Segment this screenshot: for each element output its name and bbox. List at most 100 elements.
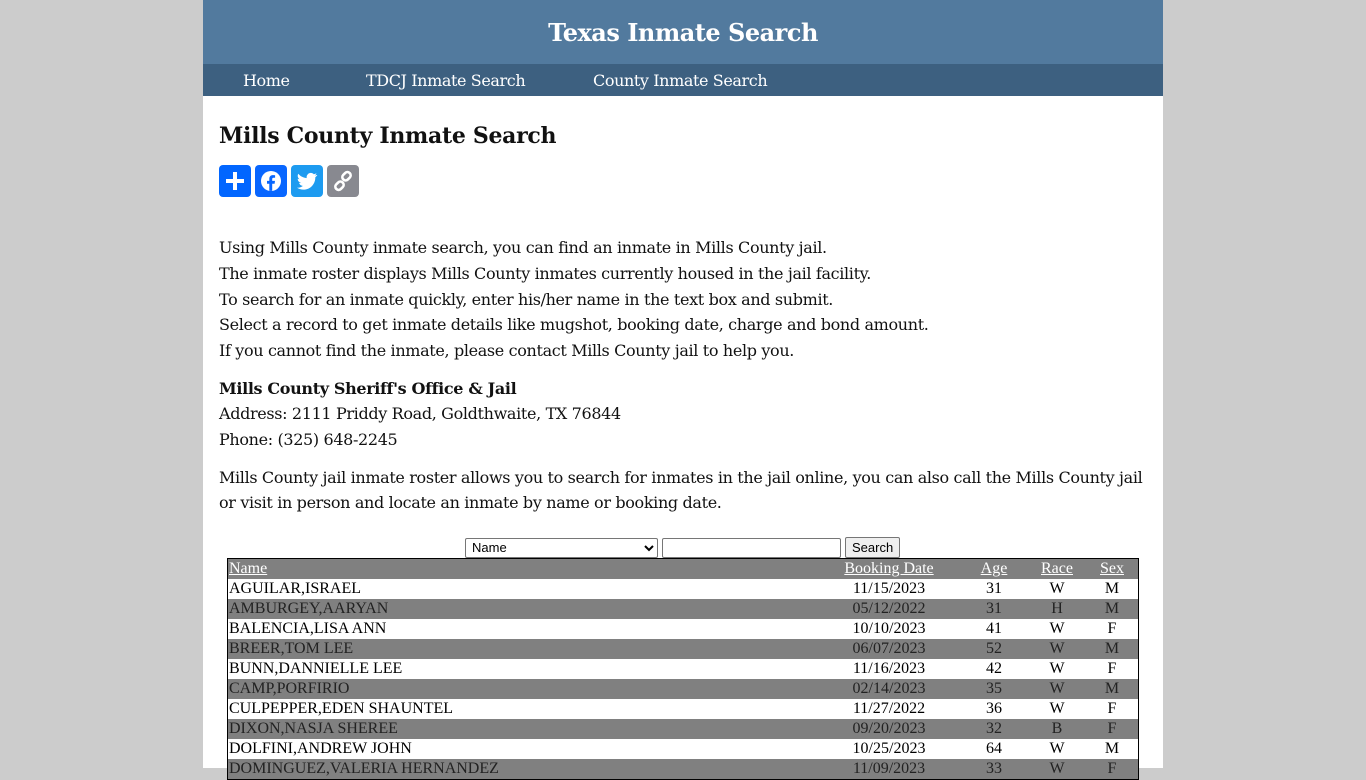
- sort-by-race[interactable]: Race: [1041, 560, 1073, 577]
- inmate-name[interactable]: AGUILAR,ISRAEL: [228, 579, 819, 599]
- inmate-sex[interactable]: F: [1086, 759, 1139, 780]
- main-content: Mills County Inmate Search Using Mills C…: [203, 123, 1163, 515]
- intro-line: To search for an inmate quickly, enter h…: [219, 289, 834, 309]
- booking-date[interactable]: 11/27/2022: [818, 699, 960, 719]
- nav-home[interactable]: Home: [243, 71, 290, 90]
- office-name: Mills County Sheriff's Office & Jail: [219, 378, 517, 398]
- table-row[interactable]: DIXON,NASJA SHEREE 09/20/2023 32 B F: [227, 719, 1139, 739]
- page-title: Mills County Inmate Search: [219, 123, 557, 149]
- inmate-race[interactable]: W: [1028, 659, 1086, 679]
- inmate-age[interactable]: 52: [960, 639, 1028, 659]
- facebook-share-button[interactable]: [255, 165, 287, 197]
- site-header: Texas Inmate Search: [203, 0, 1163, 64]
- inmate-sex[interactable]: M: [1086, 679, 1139, 699]
- inmate-name[interactable]: DOMINGUEZ,VALERIA HERNANDEZ: [227, 759, 818, 780]
- inmate-race[interactable]: W: [1028, 639, 1086, 659]
- inmate-age[interactable]: 41: [960, 619, 1028, 639]
- inmate-age[interactable]: 42: [960, 659, 1028, 679]
- roster-description: Mills County jail inmate roster allows y…: [219, 468, 1143, 513]
- inmate-name[interactable]: BALENCIA,LISA ANN: [228, 619, 819, 639]
- sort-by-sex[interactable]: Sex: [1100, 560, 1124, 577]
- intro-line: Select a record to get inmate details li…: [219, 315, 929, 335]
- inmate-race[interactable]: W: [1028, 619, 1086, 639]
- inmate-sex[interactable]: F: [1086, 719, 1139, 739]
- share-button[interactable]: [219, 165, 251, 197]
- booking-date[interactable]: 05/12/2022: [818, 599, 960, 619]
- table-header-row: Name Booking Date Age Race Sex: [227, 558, 1139, 579]
- inmate-age[interactable]: 32: [960, 719, 1028, 739]
- table-row[interactable]: AGUILAR,ISRAEL 11/15/2023 31 W M: [228, 579, 1139, 599]
- inmate-name[interactable]: BREER,TOM LEE: [227, 639, 818, 659]
- inmate-race[interactable]: W: [1028, 759, 1086, 780]
- inmate-sex[interactable]: M: [1086, 739, 1139, 759]
- page: Texas Inmate Search Home TDCJ Inmate Sea…: [203, 0, 1163, 780]
- search-field-select[interactable]: Name: [465, 537, 658, 558]
- inmate-sex[interactable]: M: [1086, 599, 1139, 619]
- booking-date[interactable]: 11/15/2023: [818, 579, 960, 599]
- inmate-age[interactable]: 35: [960, 679, 1028, 699]
- sort-by-booking-date[interactable]: Booking Date: [844, 560, 933, 577]
- inmate-name[interactable]: CAMP,PORFIRIO: [227, 679, 818, 699]
- booking-date[interactable]: 02/14/2023: [818, 679, 960, 699]
- inmate-age[interactable]: 64: [960, 739, 1028, 759]
- search-button[interactable]: Search: [845, 537, 901, 558]
- twitter-share-button[interactable]: [291, 165, 323, 197]
- inmate-sex[interactable]: F: [1086, 619, 1139, 639]
- inmate-sex[interactable]: F: [1086, 699, 1139, 719]
- sort-by-age[interactable]: Age: [981, 560, 1008, 577]
- intro-line: Using Mills County inmate search, you ca…: [219, 238, 827, 257]
- booking-date[interactable]: 06/07/2023: [818, 639, 960, 659]
- intro-text: Using Mills County inmate search, you ca…: [219, 235, 1147, 364]
- inmate-race[interactable]: W: [1028, 739, 1086, 759]
- roster-body: AGUILAR,ISRAEL 11/15/2023 31 W M AMBURGEY,AAR…: [227, 579, 1139, 780]
- plus-icon: [226, 172, 244, 190]
- inmate-race[interactable]: B: [1028, 719, 1086, 739]
- inmate-age[interactable]: 33: [960, 759, 1028, 780]
- inmate-roster-table: Name Booking Date Age Race Sex AGUILAR,I…: [227, 558, 1139, 780]
- booking-date[interactable]: 10/10/2023: [818, 619, 960, 639]
- twitter-icon: [297, 172, 318, 190]
- office-address: Address: 2111 Priddy Road, Goldthwaite, …: [219, 404, 621, 424]
- inmate-name[interactable]: DOLFINI,ANDREW JOHN: [228, 739, 819, 759]
- table-row[interactable]: BALENCIA,LISA ANN 10/10/2023 41 W F: [228, 619, 1139, 639]
- inmate-name[interactable]: BUNN,DANNIELLE LEE: [228, 659, 819, 679]
- share-bar: [219, 165, 1147, 197]
- site-title[interactable]: Texas Inmate Search: [548, 18, 818, 47]
- copy-link-button[interactable]: [327, 165, 359, 197]
- table-row[interactable]: BREER,TOM LEE 06/07/2023 52 W M: [227, 639, 1139, 659]
- office-info: Mills County Sheriff's Office & Jail Add…: [219, 376, 1147, 453]
- inmate-name[interactable]: CULPEPPER,EDEN SHAUNTEL: [228, 699, 819, 719]
- inmate-race[interactable]: H: [1028, 599, 1086, 619]
- inmate-sex[interactable]: F: [1086, 659, 1139, 679]
- booking-date[interactable]: 09/20/2023: [818, 719, 960, 739]
- inmate-age[interactable]: 31: [960, 599, 1028, 619]
- table-row[interactable]: CULPEPPER,EDEN SHAUNTEL 11/27/2022 36 W F: [228, 699, 1139, 719]
- table-row[interactable]: DOMINGUEZ,VALERIA HERNANDEZ 11/09/2023 33 W…: [227, 759, 1139, 780]
- table-row[interactable]: DOLFINI,ANDREW JOHN 10/25/2023 64 W M: [228, 739, 1139, 759]
- inmate-race[interactable]: W: [1028, 679, 1086, 699]
- inmate-race[interactable]: W: [1028, 699, 1086, 719]
- office-phone: Phone: (325) 648-2245: [219, 429, 398, 449]
- inmate-age[interactable]: 36: [960, 699, 1028, 719]
- inmate-name[interactable]: AMBURGEY,AARYAN: [227, 599, 818, 619]
- facebook-icon: [261, 171, 281, 191]
- inmate-sex[interactable]: M: [1086, 579, 1139, 599]
- sort-by-name[interactable]: Name: [229, 560, 267, 577]
- table-row[interactable]: CAMP,PORFIRIO 02/14/2023 35 W M: [227, 679, 1139, 699]
- booking-date[interactable]: 10/25/2023: [818, 739, 960, 759]
- inmate-age[interactable]: 31: [960, 579, 1028, 599]
- intro-line: If you cannot find the inmate, please co…: [219, 341, 795, 361]
- nav-county-inmate-search[interactable]: County Inmate Search: [593, 71, 768, 90]
- table-row[interactable]: BUNN,DANNIELLE LEE 11/16/2023 42 W F: [228, 659, 1139, 679]
- intro-line: The inmate roster displays Mills County …: [219, 263, 871, 283]
- search-input[interactable]: [662, 537, 841, 558]
- inmate-sex[interactable]: M: [1086, 639, 1139, 659]
- table-row[interactable]: AMBURGEY,AARYAN 05/12/2022 31 H M: [227, 599, 1139, 619]
- nav-tdcj-inmate-search[interactable]: TDCJ Inmate Search: [366, 71, 526, 90]
- booking-date[interactable]: 11/09/2023: [818, 759, 960, 780]
- booking-date[interactable]: 11/16/2023: [818, 659, 960, 679]
- inmate-race[interactable]: W: [1028, 579, 1086, 599]
- navbar: Home TDCJ Inmate Search County Inmate Se…: [203, 64, 1163, 96]
- inmate-name[interactable]: DIXON,NASJA SHEREE: [227, 719, 818, 739]
- search-form: Name Search: [465, 537, 901, 558]
